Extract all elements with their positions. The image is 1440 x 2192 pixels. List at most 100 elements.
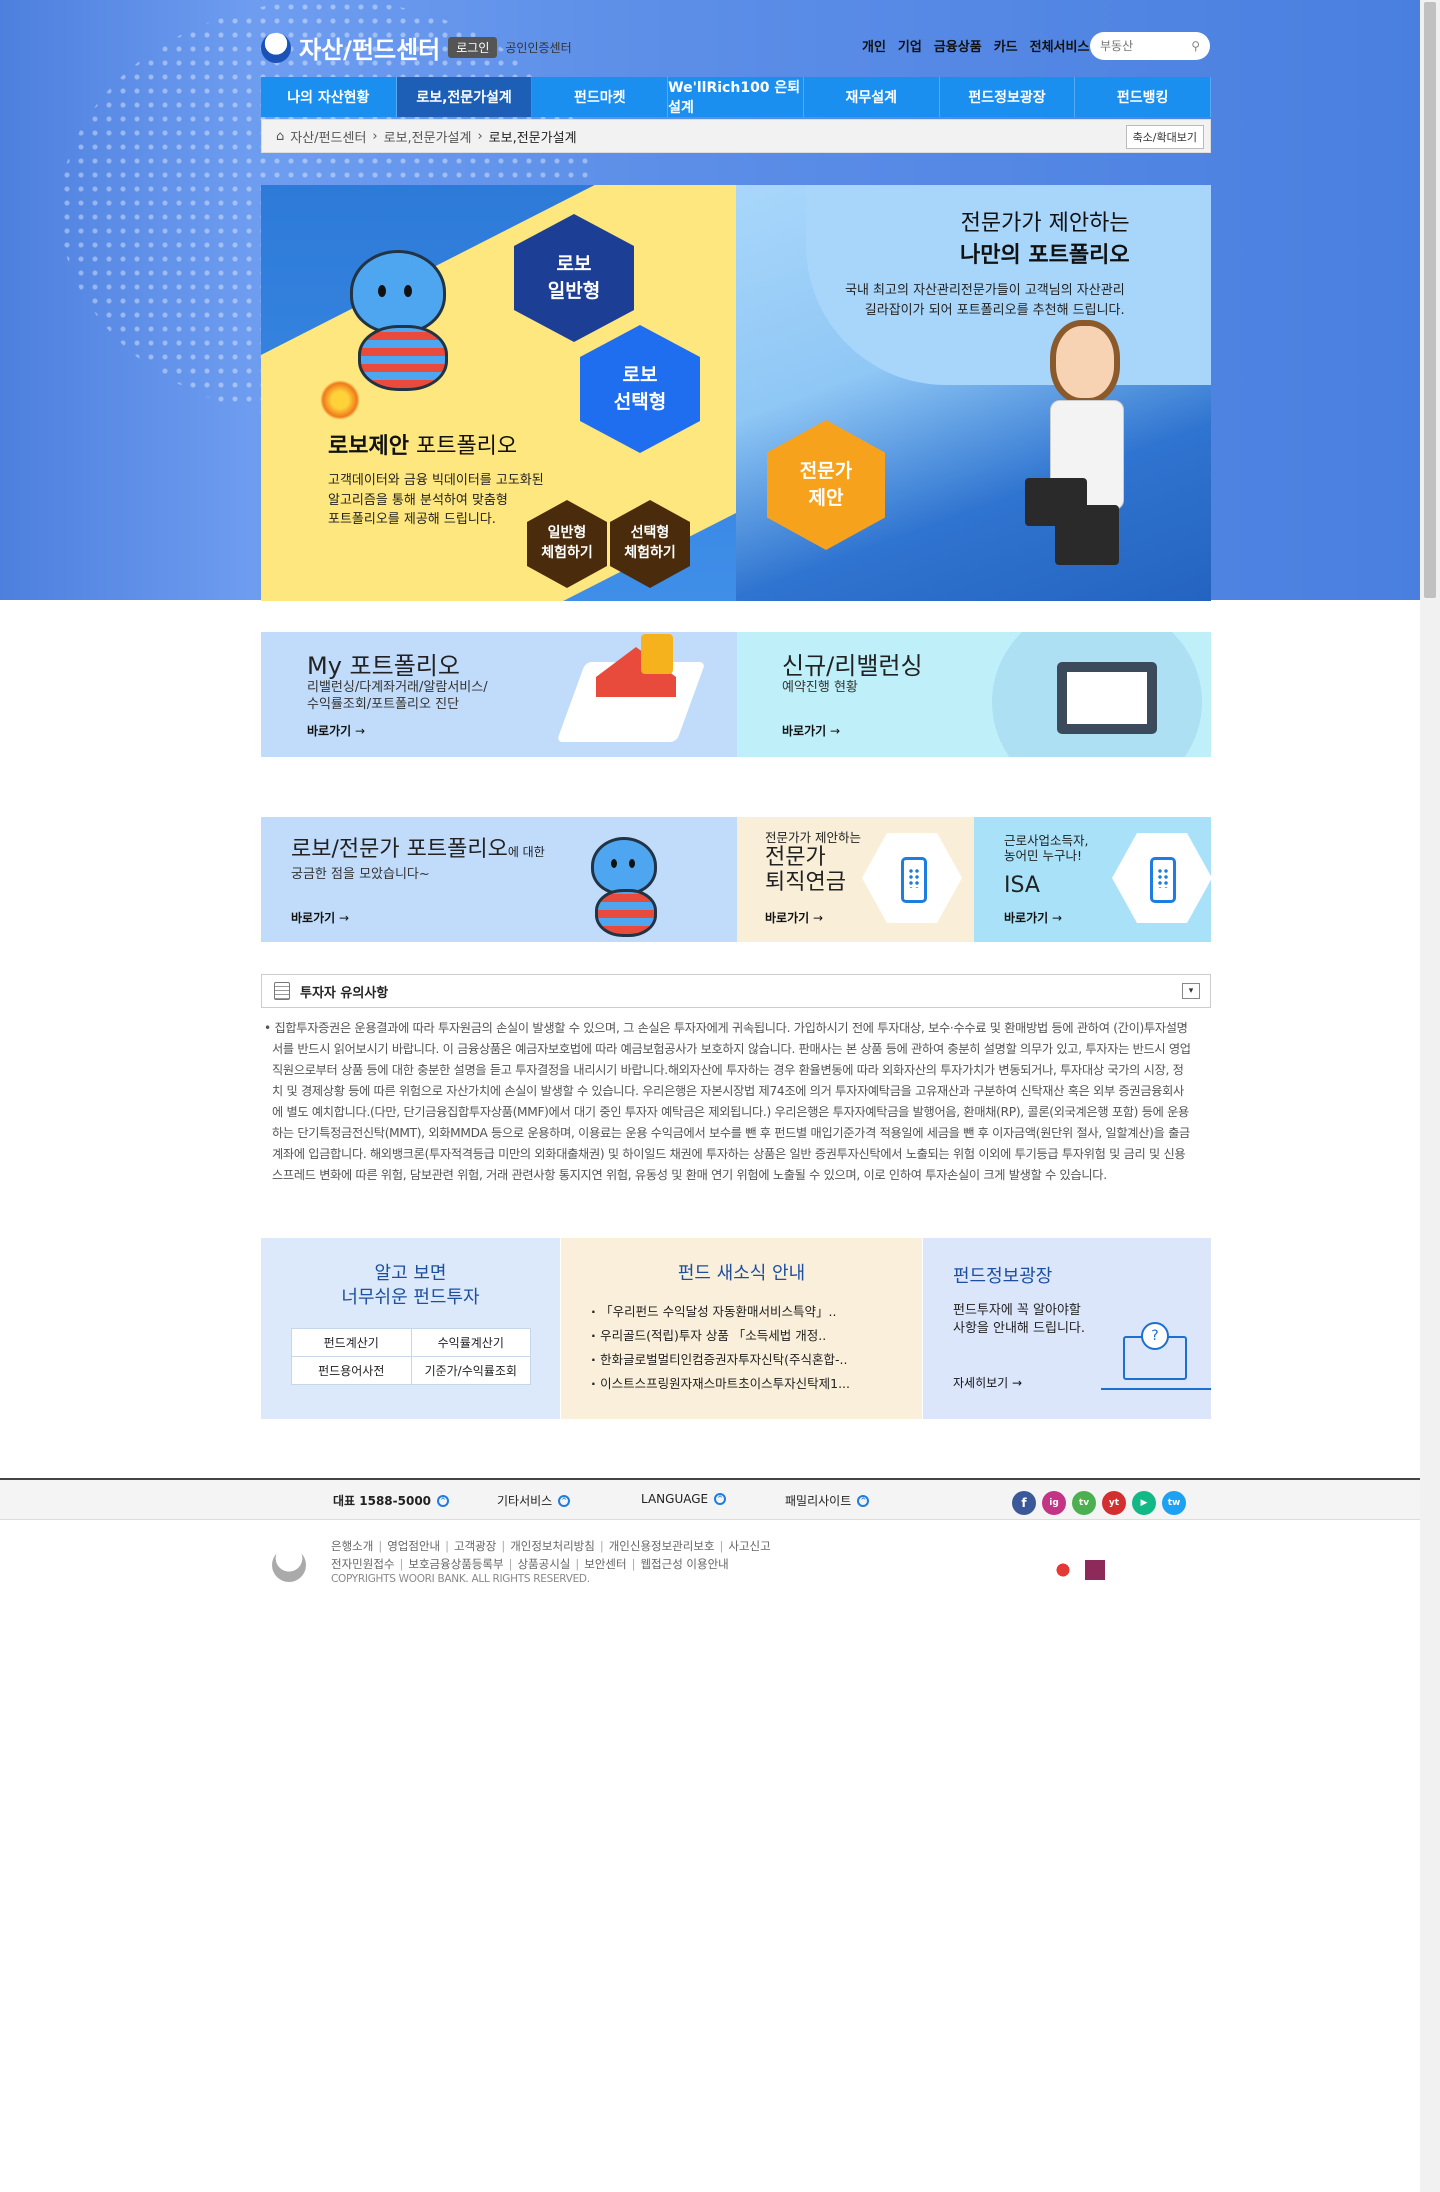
chevron-right-icon: › (372, 128, 378, 144)
news-item[interactable]: 이스트스프링원자재스마트초이스투자신탁제1... (591, 1372, 850, 1396)
gnb-my-assets[interactable]: 나의 자산현황 (261, 77, 397, 117)
breadcrumb: ⌂ 자산/펀드센터 › 로보,전문가설계 › 로보,전문가설계 축소/확대보기 (261, 119, 1211, 153)
footer-link[interactable]: 상품공시실 (517, 1557, 570, 1571)
footer-link[interactable]: 보호금융상품등록부 (408, 1557, 503, 1571)
fund-plaza-box[interactable]: 펀드정보광장 펀드투자에 꼭 알아야할 사항을 안내해 드립니다. 자세히보기 … (923, 1238, 1211, 1419)
topnav-card[interactable]: 카드 (994, 36, 1018, 55)
isa-card[interactable]: 근로사업소득자, 농어민 누구나! ISA 바로가기 (974, 817, 1211, 942)
play-icon[interactable]: ▶ (1132, 1491, 1156, 1515)
topnav-all-services[interactable]: 전체서비스 (1030, 36, 1090, 55)
notice-title: 투자자 유의사항 (300, 985, 389, 1001)
go-link[interactable]: 바로가기 (1004, 909, 1062, 926)
youtube-icon[interactable]: yt (1102, 1491, 1126, 1515)
go-link[interactable]: 바로가기 (782, 722, 840, 739)
footer-link[interactable]: 사고신고 (728, 1539, 770, 1553)
login-button[interactable]: 로그인 (448, 37, 498, 58)
vertical-scrollbar[interactable] (1420, 0, 1440, 2192)
home-icon[interactable]: ⌂ (276, 129, 284, 144)
naver-tv-icon[interactable]: tv (1072, 1491, 1096, 1515)
fund-calculator-link[interactable]: 펀드계산기 (291, 1328, 412, 1357)
detail-link[interactable]: 자세히보기 (953, 1374, 1022, 1391)
card-desc: 리밸런싱/다계좌거래/알람서비스/ 수익률조회/포트폴리오 진단 (307, 680, 488, 712)
expand-icon[interactable]: ^ (558, 1494, 571, 1507)
topnav-personal[interactable]: 개인 (862, 36, 886, 55)
twitter-icon[interactable]: tw (1162, 1491, 1186, 1515)
zoom-button[interactable]: 축소/확대보기 (1125, 125, 1204, 149)
go-link[interactable]: 바로가기 (307, 722, 365, 739)
faq-title: 로보/전문가 포트폴리오 (291, 837, 508, 862)
breadcrumb-item[interactable]: 로보,전문가설계 (384, 127, 472, 146)
card-title: 신규/리밸런싱 (782, 652, 923, 680)
fund-news-box: 펀드 새소식 안내 「우리펀드 수익달성 자동환매서비스특약」.. 우리골드(적… (561, 1238, 922, 1419)
footer-logo-icon (272, 1548, 306, 1582)
instagram-icon[interactable]: ig (1042, 1491, 1066, 1515)
question-icon: ? (1141, 1322, 1169, 1350)
card-desc: 예약진행 현황 (782, 680, 858, 695)
top-nav: 개인 기업 금융상품 카드 전체서비스 (862, 36, 1089, 55)
expert-banner-desc: 국내 최고의 자산관리전문가들이 고객님의 자산관리 길라잡이가 되어 포트폴리… (845, 283, 1125, 318)
calculator-table: 펀드계산기 수익률계산기 펀드용어사전 기준가/수익률조회 (291, 1328, 531, 1385)
faq-card[interactable]: 로보/전문가 포트폴리오에 대한 궁금한 점을 모았습니다~ 바로가기 (261, 817, 737, 942)
easy-fund-title: 알고 보면 너무쉬운 펀드투자 (341, 1263, 480, 1309)
gnb-wellrich100[interactable]: We'llRich100 은퇴설계 (668, 77, 804, 117)
footer-link[interactable]: 고객광장 (454, 1539, 496, 1553)
pension-card[interactable]: 전문가가 제안하는 전문가 퇴직연금 바로가기 (737, 817, 974, 942)
search-icon[interactable]: ⚲ (1191, 39, 1200, 53)
gnb-financial-plan[interactable]: 재무설계 (804, 77, 940, 117)
topnav-products[interactable]: 금융상품 (934, 36, 982, 55)
footer-other-services[interactable]: 기타서비스 ^ (497, 1492, 571, 1509)
news-item[interactable]: 우리골드(적립)투자 상품 「소득세법 개정.. (591, 1324, 850, 1348)
consultant-illustration (1050, 320, 1120, 404)
expand-icon[interactable]: ^ (437, 1494, 450, 1507)
topnav-business[interactable]: 기업 (898, 36, 922, 55)
footer-family-sites[interactable]: 패밀리사이트 ^ (785, 1492, 870, 1509)
rebalancing-card[interactable]: 신규/리밸런싱 예약진행 현황 바로가기 (737, 632, 1211, 757)
footer-link[interactable]: 영업점안내 (387, 1539, 440, 1553)
news-item[interactable]: 한화글로벌멀티인컴증권자투자신탁(주식혼합-.. (591, 1348, 850, 1372)
footer-link[interactable]: 개인신용정보관리보호 (609, 1539, 715, 1553)
scrollbar-thumb[interactable] (1424, 2, 1436, 598)
cert-center-link[interactable]: 공인인증센터 (505, 39, 571, 56)
gnb-fund-banking[interactable]: 펀드뱅킹 (1075, 77, 1212, 117)
gnb-fund-info[interactable]: 펀드정보광장 (940, 77, 1076, 117)
go-link[interactable]: 바로가기 (291, 909, 349, 926)
facebook-icon[interactable]: f (1012, 1491, 1036, 1515)
footer-link[interactable]: 보안센터 (584, 1557, 626, 1571)
search-box: ⚲ (1090, 32, 1210, 60)
site-logo[interactable]: 자산/펀드센터 로그인 공인인증센터 (261, 30, 572, 65)
isa-sub: 근로사업소득자, 농어민 누구나! (1004, 833, 1089, 863)
news-item[interactable]: 「우리펀드 수익달성 자동환매서비스특약」.. (591, 1300, 850, 1324)
robo-banner-desc: 고객데이터와 금융 빅데이터를 고도화된 알고리즘을 통해 분석하여 맞춤형 포… (328, 473, 544, 527)
go-link[interactable]: 바로가기 (765, 909, 823, 926)
gnb-robo-expert[interactable]: 로보,전문가설계 (396, 77, 533, 117)
news-list: 「우리펀드 수익달성 자동환매서비스특약」.. 우리골드(적립)투자 상품 「소… (591, 1300, 850, 1396)
pension-sub: 전문가가 제안하는 (765, 830, 861, 845)
faq-desc: 궁금한 점을 모았습니다~ (291, 867, 430, 882)
document-icon (274, 982, 290, 1000)
footer-link[interactable]: 개인정보처리방침 (510, 1539, 595, 1553)
my-portfolio-card[interactable]: My 포트폴리오 리밸런싱/다계좌거래/알람서비스/ 수익률조회/포트폴리오 진… (261, 632, 737, 757)
fund-plaza-title: 펀드정보광장 (953, 1266, 1053, 1287)
expand-icon[interactable]: ^ (714, 1493, 727, 1505)
expand-icon[interactable]: ^ (857, 1494, 870, 1507)
tablet-icon (1025, 478, 1087, 526)
footer-link[interactable]: 은행소개 (331, 1539, 373, 1553)
search-input[interactable] (1100, 39, 1180, 53)
fund-glossary-link[interactable]: 펀드용어사전 (291, 1356, 412, 1385)
footer-language[interactable]: LANGUAGE ^ (641, 1492, 727, 1506)
gnb-fund-market[interactable]: 펀드마켓 (532, 77, 669, 117)
nav-lookup-link[interactable]: 기준가/수익률조회 (410, 1356, 531, 1385)
footer-link[interactable]: 웹접근성 이용안내 (640, 1557, 728, 1571)
phone-icon (1150, 857, 1176, 903)
footer-link[interactable]: 전자민원접수 (331, 1557, 394, 1571)
footer-phone[interactable]: 대표 1588-5000 ^ (333, 1492, 450, 1509)
logo-text: 자산/펀드센터 (299, 36, 441, 64)
page: 자산/펀드센터 로그인 공인인증센터 개인 기업 금융상품 카드 전체서비스 ⚲… (0, 0, 1440, 2192)
expert-banner-title: 전문가가 제안하는 나만의 포트폴리오 (960, 211, 1130, 268)
robo-banner-title: 로보제안 포트폴리오 (328, 434, 518, 459)
breadcrumb-item[interactable]: 자산/펀드센터 (290, 127, 366, 146)
return-calculator-link[interactable]: 수익률계산기 (410, 1328, 531, 1357)
collapse-toggle[interactable]: ▾ (1182, 983, 1200, 999)
investor-notice-header[interactable]: 투자자 유의사항 ▾ (261, 974, 1211, 1008)
award-mark-icon (1053, 1560, 1073, 1580)
